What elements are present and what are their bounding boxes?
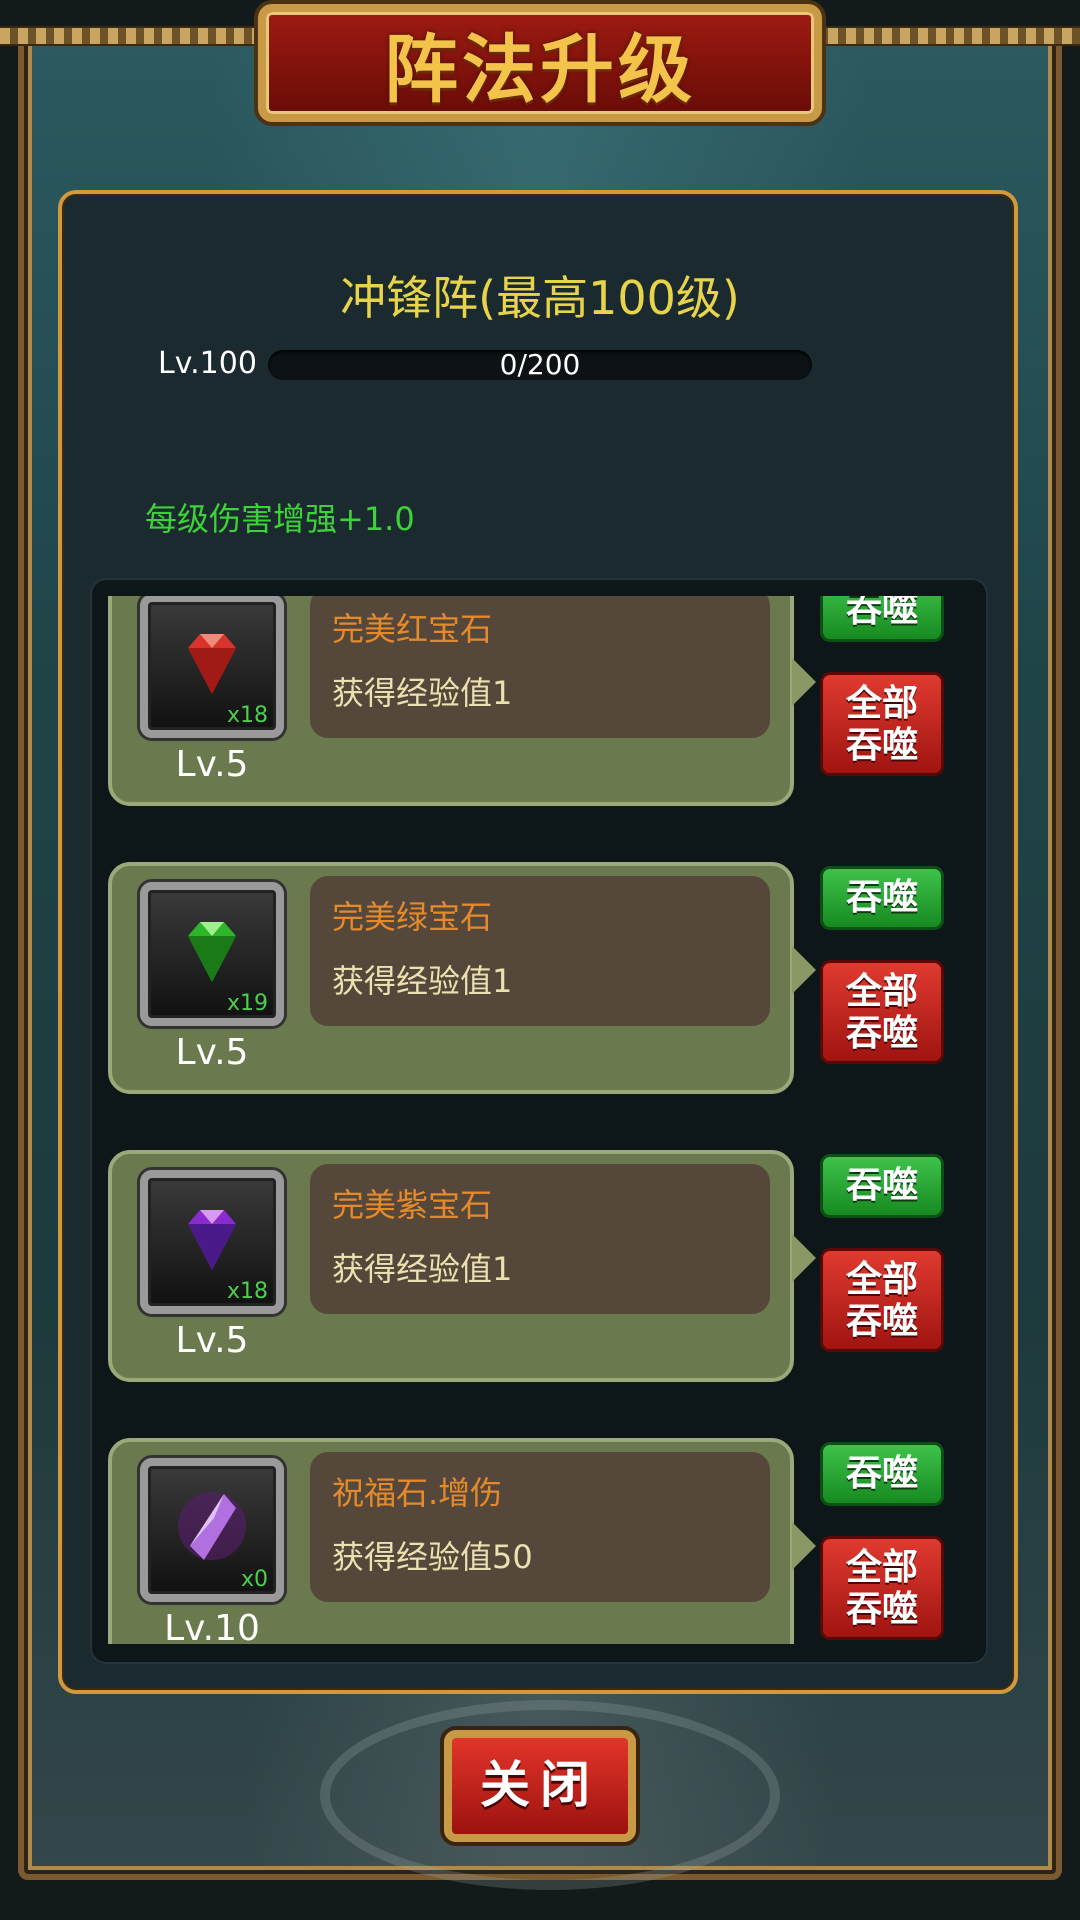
item-icon-frame[interactable]: x18: [140, 1170, 284, 1314]
close-button[interactable]: 关闭: [444, 1730, 636, 1842]
item-name: 完美红宝石: [332, 610, 493, 648]
item-info: 祝福石.增伤 获得经验值50: [310, 1452, 770, 1602]
item-level: Lv.5: [175, 744, 249, 785]
devour-all-label-2: 吞噬: [845, 1589, 918, 1630]
devour-all-button[interactable]: 全部 吞噬: [820, 672, 944, 776]
devour-all-button[interactable]: 全部 吞噬: [820, 1248, 944, 1352]
item-level: Lv.5: [175, 1032, 249, 1073]
item-card: x19 Lv.5 完美绿宝石 获得经验值1: [108, 862, 816, 1094]
item-list[interactable]: x18 Lv.5 完美红宝石 获得经验值1 吞噬 全部 吞噬 x19 Lv.5: [100, 596, 980, 1644]
item-exp: 获得经验值1: [332, 962, 513, 1000]
item-quantity: x19: [226, 991, 268, 1016]
purple-gem-icon: [174, 1200, 250, 1276]
exp-progress-text: 0/200: [499, 348, 581, 381]
devour-all-button[interactable]: 全部 吞噬: [820, 1536, 944, 1640]
item-info: 完美紫宝石 获得经验值1: [310, 1164, 770, 1314]
item-level: Lv.5: [175, 1320, 249, 1361]
item-info: 完美绿宝石 获得经验值1: [310, 876, 770, 1026]
bonus-text: 每级伤害增强+1.0: [145, 500, 415, 538]
devour-all-label-2: 吞噬: [845, 1013, 918, 1054]
red-gem-icon: [174, 624, 250, 700]
devour-button[interactable]: 吞噬: [820, 1154, 944, 1218]
devour-all-label-1: 全部: [845, 683, 918, 724]
item-card: x0 Lv.10 祝福石.增伤 获得经验值50: [108, 1438, 816, 1644]
exp-progress-bar: 0/200: [268, 350, 812, 380]
formation-name: 冲锋阵(最高100级): [340, 271, 740, 325]
devour-all-label-2: 吞噬: [845, 725, 918, 766]
page-title: 阵法升级: [384, 26, 696, 113]
item-icon-frame[interactable]: x18: [140, 596, 284, 738]
item-icon-frame[interactable]: x0: [140, 1458, 284, 1602]
item-exp: 获得经验值1: [332, 674, 513, 712]
devour-all-label-2: 吞噬: [845, 1301, 918, 1342]
green-gem-icon: [174, 912, 250, 988]
devour-button[interactable]: 吞噬: [820, 596, 944, 642]
item-card: x18 Lv.5 完美红宝石 获得经验值1: [108, 596, 816, 806]
item-quantity: x18: [226, 703, 268, 728]
list-item: x18 Lv.5 完美紫宝石 获得经验值1 吞噬 全部 吞噬: [100, 1150, 980, 1390]
devour-all-label-1: 全部: [845, 971, 918, 1012]
item-exp: 获得经验值1: [332, 1250, 513, 1288]
formation-level: Lv.100: [158, 346, 257, 381]
item-info: 完美红宝石 获得经验值1: [310, 596, 770, 738]
blessing-crystal-icon: [174, 1488, 250, 1564]
item-name: 祝福石.增伤: [332, 1474, 503, 1512]
list-item: x19 Lv.5 完美绿宝石 获得经验值1 吞噬 全部 吞噬: [100, 862, 980, 1102]
devour-all-label-1: 全部: [845, 1259, 918, 1300]
devour-all-button[interactable]: 全部 吞噬: [820, 960, 944, 1064]
devour-all-label-1: 全部: [845, 1547, 918, 1588]
item-quantity: x18: [226, 1279, 268, 1304]
item-name: 完美紫宝石: [332, 1186, 493, 1224]
devour-button[interactable]: 吞噬: [820, 1442, 944, 1506]
title-plaque: 阵法升级: [258, 4, 822, 122]
item-level: Lv.10: [164, 1608, 260, 1644]
item-exp: 获得经验值50: [332, 1538, 533, 1576]
item-quantity: x0: [240, 1567, 268, 1592]
list-item: x18 Lv.5 完美红宝石 获得经验值1 吞噬 全部 吞噬: [100, 596, 980, 814]
item-card: x18 Lv.5 完美紫宝石 获得经验值1: [108, 1150, 816, 1382]
item-name: 完美绿宝石: [332, 898, 493, 936]
list-item: x0 Lv.10 祝福石.增伤 获得经验值50 吞噬 全部 吞噬: [100, 1438, 980, 1644]
item-icon-frame[interactable]: x19: [140, 882, 284, 1026]
devour-button[interactable]: 吞噬: [820, 866, 944, 930]
